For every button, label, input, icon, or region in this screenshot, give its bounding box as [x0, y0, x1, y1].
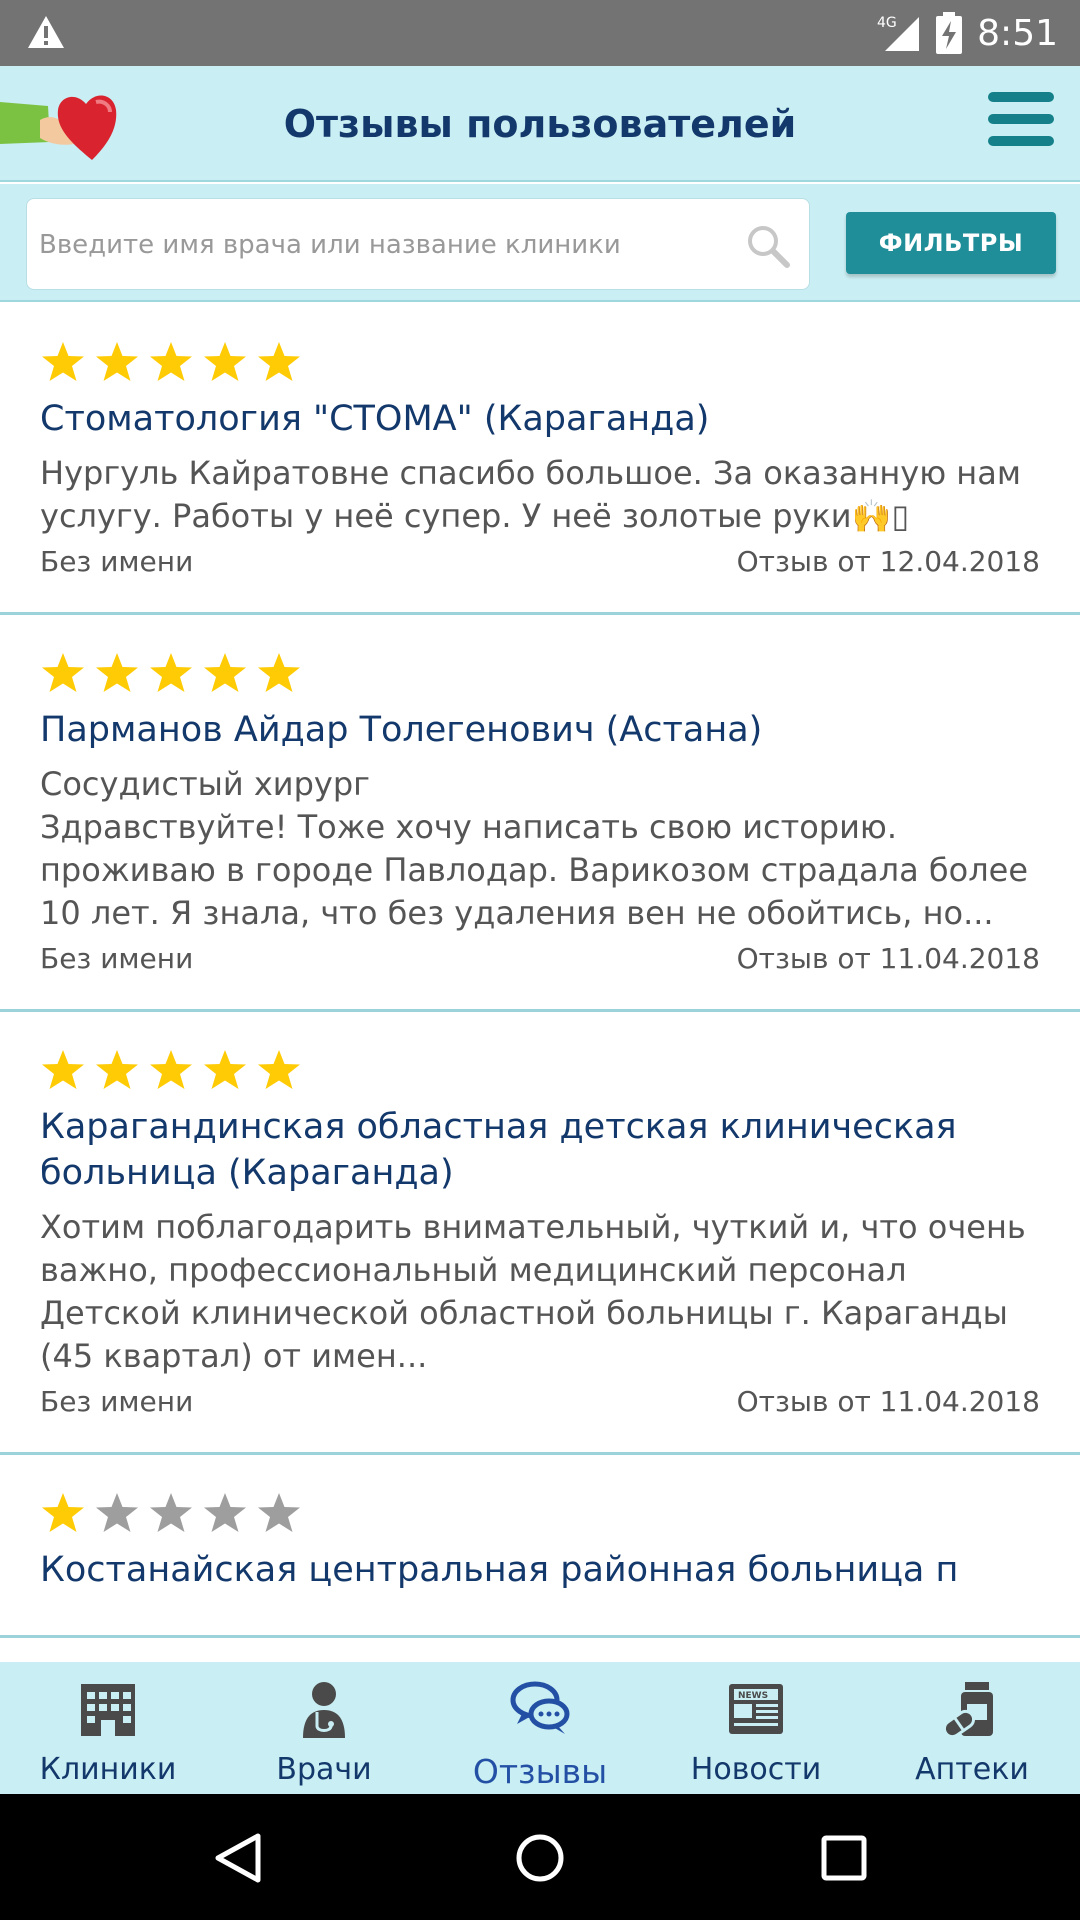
star-filled-icon	[204, 653, 246, 692]
search-icon[interactable]	[745, 223, 791, 269]
nav-tab-1[interactable]: Врачи	[216, 1662, 432, 1794]
nav-tab-3[interactable]: NEWS Новости	[648, 1662, 864, 1794]
hamburger-icon	[988, 92, 1054, 102]
review-list[interactable]: Стоматология "СТОМА" (Караганда) Нургуль …	[0, 304, 1080, 1662]
star-filled-icon	[150, 1050, 192, 1089]
bottom-navigation: Клиники Врачи Отзывы NEWS Новости Аптеки	[0, 1662, 1080, 1794]
review-meta: Без имени Отзыв от 12.04.2018	[40, 544, 1040, 580]
star-filled-icon	[42, 1493, 84, 1532]
nav-tab-4[interactable]: Аптеки	[864, 1662, 1080, 1794]
status-time: 8:51	[977, 12, 1058, 54]
review-text: Хотим поблагодарить внимательный, чуткий…	[40, 1208, 1026, 1375]
star-empty-icon	[150, 1493, 192, 1532]
review-title[interactable]: Парманов Айдар Толегенович (Астана)	[40, 707, 1040, 753]
review-item[interactable]: Костанайская центральная районная больни…	[0, 1455, 1080, 1638]
review-specialty: Сосудистый хирург	[40, 765, 370, 803]
review-author: Без имени	[40, 1385, 194, 1418]
review-date: Отзыв от 11.04.2018	[736, 1385, 1040, 1418]
review-meta: Без имени Отзыв от 11.04.2018	[40, 941, 1040, 977]
review-text: Здравствуйте! Тоже хочу написать свою ис…	[40, 808, 1029, 932]
page-title: Отзывы пользователей	[283, 102, 797, 146]
chat-bubbles-icon	[510, 1681, 570, 1734]
star-filled-icon	[96, 1050, 138, 1089]
rating-stars	[40, 340, 1040, 384]
search-bar: ФИЛЬТРЫ	[0, 184, 1080, 302]
nav-tab-2[interactable]: Отзывы	[432, 1662, 648, 1794]
pills-icon	[942, 1682, 993, 1739]
review-title[interactable]: Стоматология "СТОМА" (Караганда)	[40, 396, 1040, 442]
star-filled-icon	[204, 1050, 246, 1089]
review-date: Отзыв от 12.04.2018	[736, 545, 1040, 578]
recents-icon[interactable]	[814, 1828, 874, 1888]
star-filled-icon	[42, 342, 84, 381]
rating-stars	[40, 651, 1040, 695]
rating-stars	[40, 1491, 1040, 1535]
star-empty-icon	[96, 1493, 138, 1532]
doctor-icon	[303, 1682, 345, 1738]
review-meta: Без имени Отзыв от 11.04.2018	[40, 1384, 1040, 1420]
search-box	[26, 198, 810, 291]
star-empty-icon	[258, 1493, 300, 1532]
newspaper-icon: NEWS	[729, 1684, 783, 1734]
nav-label: Врачи	[276, 1752, 372, 1787]
star-filled-icon	[258, 653, 300, 692]
svg-text:4G: 4G	[877, 15, 897, 31]
app-bar: Отзывы пользователей	[0, 66, 1080, 182]
rating-stars	[40, 1048, 1040, 1092]
star-empty-icon	[204, 1493, 246, 1532]
search-input[interactable]	[39, 199, 739, 291]
review-author: Без имени	[40, 545, 194, 578]
review-item[interactable]: Парманов Айдар Толегенович (Астана) Сосуд…	[0, 615, 1080, 1012]
status-bar: 4G 8:51	[0, 0, 1080, 66]
review-title[interactable]: Костанайская центральная районная больни…	[40, 1547, 1040, 1593]
star-filled-icon	[42, 1050, 84, 1089]
star-filled-icon	[96, 342, 138, 381]
signal-icon: 4G	[877, 15, 920, 51]
review-date: Отзыв от 11.04.2018	[736, 942, 1040, 975]
battery-charging-icon	[936, 12, 963, 54]
svg-text:NEWS: NEWS	[738, 1691, 768, 1701]
nav-tab-0[interactable]: Клиники	[0, 1662, 216, 1794]
nav-label: Отзывы	[472, 1752, 608, 1791]
review-author: Без имени	[40, 942, 194, 975]
nav-label: Клиники	[39, 1752, 177, 1787]
system-navigation-bar	[0, 1794, 1080, 1920]
star-filled-icon	[150, 342, 192, 381]
star-filled-icon	[96, 653, 138, 692]
review-text: Нургуль Кайратовне спасибо большое. За о…	[40, 454, 1021, 535]
warning-icon	[28, 16, 64, 48]
hospital-icon	[81, 1684, 135, 1736]
star-filled-icon	[258, 1050, 300, 1089]
home-icon[interactable]	[510, 1828, 570, 1888]
star-filled-icon	[258, 342, 300, 381]
star-filled-icon	[150, 653, 192, 692]
menu-button[interactable]	[988, 92, 1056, 152]
star-filled-icon	[204, 342, 246, 381]
star-filled-icon	[42, 653, 84, 692]
nav-label: Аптеки	[915, 1752, 1029, 1787]
review-title[interactable]: Карагандинская областная детская клиниче…	[40, 1104, 1040, 1196]
nav-label: Новости	[690, 1752, 822, 1787]
filters-button[interactable]: ФИЛЬТРЫ	[846, 212, 1056, 274]
review-item[interactable]: Карагандинская областная детская клиниче…	[0, 1012, 1080, 1455]
review-item[interactable]: Стоматология "СТОМА" (Караганда) Нургуль …	[0, 304, 1080, 615]
back-icon[interactable]	[208, 1828, 268, 1888]
